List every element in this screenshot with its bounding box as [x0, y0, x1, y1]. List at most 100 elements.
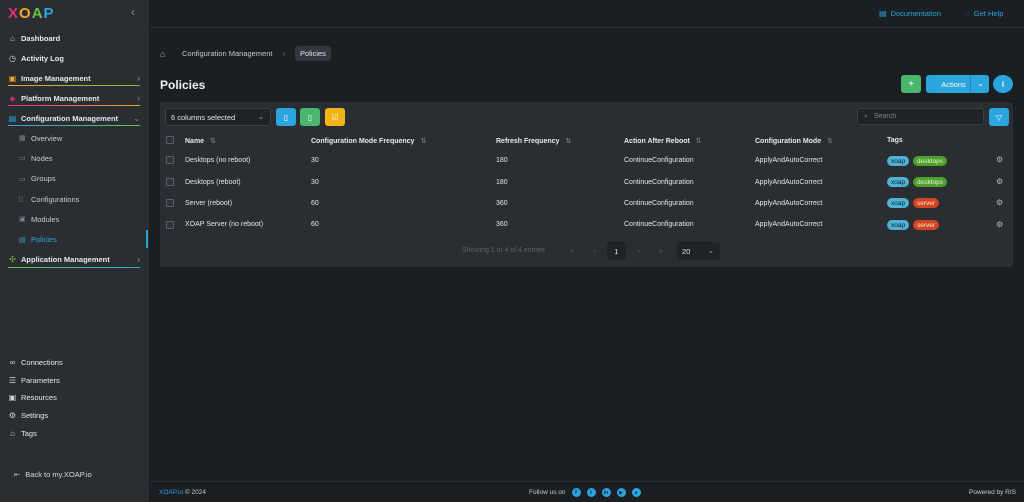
row-checkbox[interactable]: [166, 156, 174, 164]
sidebar-item-tags[interactable]: ⌂ Tags: [0, 424, 150, 442]
cell-config-frequency: 60: [311, 200, 319, 207]
link-icon: ∞: [9, 358, 16, 368]
linkedin-icon[interactable]: in: [601, 488, 611, 497]
file-icon: ▯: [19, 196, 23, 204]
sidebar-item-policies[interactable]: ▤ Policies: [0, 229, 150, 249]
file-icon: ▯: [283, 112, 289, 122]
column-selector-value: 6 columns selected: [171, 112, 236, 122]
sidebar-item-platform-management[interactable]: ◈ Platform Management ›: [0, 88, 150, 108]
github-icon[interactable]: ●: [631, 488, 641, 497]
cell-action-after-reboot: ContinueConfiguration: [624, 179, 694, 186]
actions-label: Actions: [941, 79, 966, 89]
first-page-icon[interactable]: «: [566, 243, 578, 260]
cell-config-mode: ApplyAndAutoCorrect: [755, 200, 823, 207]
column-header-config-mode[interactable]: Configuration Mode ⇅: [755, 137, 833, 145]
home-icon: ⌂: [10, 33, 15, 43]
chevron-down-icon: ⌄: [133, 113, 140, 123]
gear-icon[interactable]: ⚙: [996, 198, 1003, 207]
prev-page-icon[interactable]: ‹: [589, 243, 601, 260]
documentation-link[interactable]: ▤ Documentation: [879, 9, 941, 18]
gear-icon[interactable]: ⚙: [996, 220, 1003, 229]
column-header-config-frequency[interactable]: Configuration Mode Frequency ⇅: [311, 137, 426, 145]
page-button-current[interactable]: 1: [607, 242, 626, 260]
chevron-left-icon[interactable]: ‹: [131, 5, 135, 19]
export-pdf-button[interactable]: ☑: [325, 108, 345, 126]
cell-config-frequency: 60: [311, 221, 319, 228]
column-header-refresh-frequency[interactable]: Refresh Frequency ⇅: [496, 137, 571, 145]
sidebar-item-configurations[interactable]: ▯ Configurations: [0, 189, 150, 209]
sidebar-item-label: Tags: [21, 428, 37, 438]
tag-badge: xoap: [887, 198, 910, 208]
cell-name: Desktops (no reboot): [185, 157, 251, 164]
policy-icon: ▤: [19, 236, 26, 244]
row-checkbox[interactable]: [166, 199, 174, 207]
column-selector[interactable]: 6 columns selected ⌄: [165, 108, 271, 126]
actions-button[interactable]: Actions ⌄: [926, 75, 989, 93]
sidebar-item-activity-log[interactable]: ◷ Activity Log: [0, 48, 150, 68]
image-icon: ▣: [8, 73, 17, 83]
sidebar-item-modules[interactable]: ▣ Modules: [0, 209, 150, 229]
sidebar-item-parameters[interactable]: ☰ Parameters: [0, 372, 150, 390]
gear-icon[interactable]: ⚙: [996, 177, 1003, 186]
sidebar-item-application-management[interactable]: ✣ Application Management ›: [0, 250, 150, 270]
config-icon: ▤: [8, 113, 17, 123]
add-policy-button[interactable]: +: [901, 75, 921, 93]
social-links: Follow us on f t in ▶ ●: [529, 488, 641, 497]
sidebar-item-dashboard[interactable]: ⌂ Dashboard: [0, 28, 150, 48]
select-all-checkbox[interactable]: [166, 136, 174, 144]
tag-badge: desktops: [913, 156, 948, 166]
sidebar-item-configuration-management[interactable]: ▤ Configuration Management ⌄: [0, 108, 150, 128]
cell-config-frequency: 30: [311, 157, 319, 164]
cell-config-frequency: 30: [311, 179, 319, 186]
xoap-logo[interactable]: XOAP: [8, 5, 55, 22]
sidebar-item-label: Image Management: [21, 73, 91, 83]
pagination-info: Showing 1 to 4 of 4 entries: [462, 247, 545, 254]
column-header-action-after-reboot[interactable]: Action After Reboot ⇅: [624, 137, 702, 145]
cell-config-mode: ApplyAndAutoCorrect: [755, 157, 823, 164]
export-excel-button[interactable]: ▯: [300, 108, 320, 126]
row-checkbox[interactable]: [166, 221, 174, 229]
cell-name: XOAP Server (no reboot): [185, 221, 264, 228]
twitter-icon[interactable]: t: [586, 488, 596, 497]
back-to-xoap-link[interactable]: ⇤ Back to my.XOAP.io: [14, 470, 92, 479]
search-box: ⌕: [857, 108, 984, 125]
sort-icon: ⇅: [420, 138, 427, 145]
cell-refresh-frequency: 360: [496, 200, 508, 207]
next-page-icon[interactable]: ›: [633, 243, 645, 260]
facebook-icon[interactable]: f: [571, 488, 581, 497]
column-header-name[interactable]: Name ⇅: [185, 137, 216, 145]
help-link[interactable]: ◌ Get Help: [965, 9, 1003, 18]
info-button[interactable]: i: [993, 75, 1013, 93]
footer-brand-link[interactable]: XOAP.io: [159, 489, 183, 496]
sidebar-item-groups[interactable]: ▭ Groups: [0, 169, 150, 189]
cell-config-mode: ApplyAndAutoCorrect: [755, 221, 823, 228]
copyright-text: © 2024: [184, 489, 206, 496]
monitor-icon: ▭: [19, 155, 26, 163]
section-underline: [8, 125, 140, 126]
row-checkbox[interactable]: [166, 178, 174, 186]
home-icon[interactable]: ⌂: [160, 49, 170, 59]
sidebar-item-label: Nodes: [31, 153, 53, 163]
sidebar-item-connections[interactable]: ∞ Connections: [0, 354, 150, 372]
sidebar-item-image-management[interactable]: ▣ Image Management ›: [0, 68, 150, 88]
youtube-icon[interactable]: ▶: [616, 488, 626, 497]
module-icon: ▣: [19, 216, 26, 224]
sidebar-item-nodes[interactable]: ▭ Nodes: [0, 148, 150, 168]
gear-icon: ⚙: [8, 411, 17, 421]
sidebar-item-settings[interactable]: ⚙ Settings: [0, 407, 150, 425]
search-input[interactable]: [873, 113, 969, 120]
last-page-icon[interactable]: »: [655, 243, 667, 260]
export-csv-button[interactable]: ▯: [276, 108, 296, 126]
gear-icon[interactable]: ⚙: [996, 155, 1003, 164]
cell-refresh-frequency: 360: [496, 221, 508, 228]
clock-icon: ◷: [9, 53, 16, 63]
sidebar-item-resources[interactable]: ▣ Resources: [0, 389, 150, 407]
excel-icon: ▯: [307, 112, 313, 122]
follow-label: Follow us on: [529, 489, 566, 496]
page-size-select[interactable]: 20 ⌄: [677, 242, 720, 260]
documentation-label: Documentation: [890, 9, 942, 18]
breadcrumb-item[interactable]: Configuration Management: [182, 49, 272, 58]
sidebar-item-overview[interactable]: ▦ Overview: [0, 128, 150, 148]
logout-icon: ⇤: [14, 470, 21, 479]
filter-button[interactable]: ▽: [989, 108, 1009, 126]
